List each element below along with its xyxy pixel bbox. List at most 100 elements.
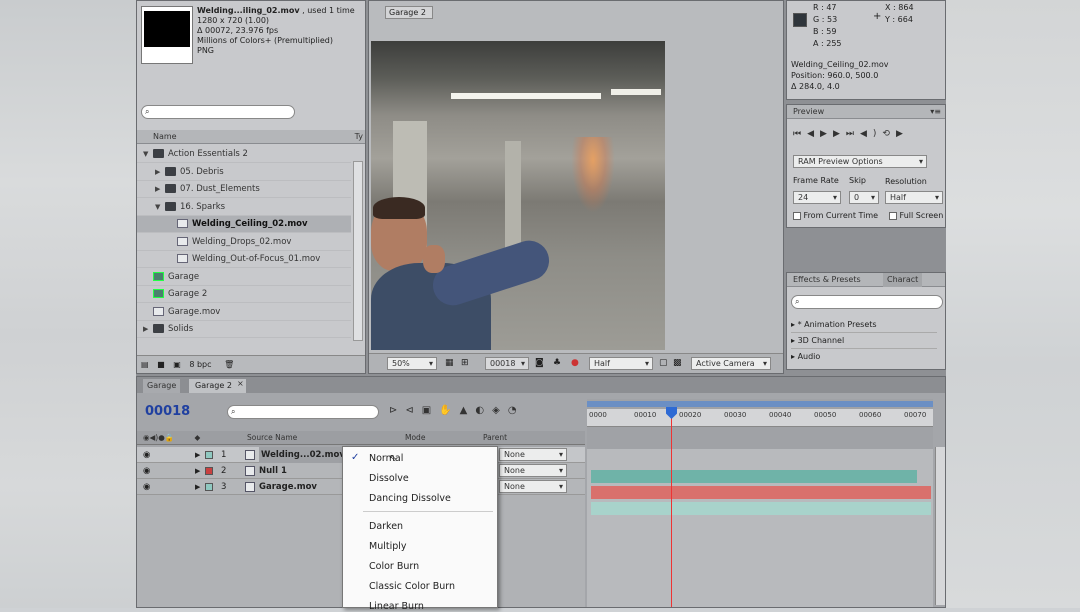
current-time-indicator[interactable] bbox=[671, 409, 672, 607]
effects-search-input[interactable]: ⌕ bbox=[791, 295, 943, 309]
frame-rate-select[interactable]: 24 bbox=[793, 191, 841, 204]
twirl-icon[interactable]: ▶ bbox=[143, 321, 153, 338]
col-name[interactable]: Name bbox=[153, 132, 177, 141]
from-current-checkbox[interactable] bbox=[793, 211, 801, 220]
effects-category[interactable]: ▸ Audio bbox=[791, 349, 937, 364]
time-ruler[interactable]: 0000 00010 00020 00030 00040 00050 00060 00070 bbox=[587, 409, 933, 427]
bpc-label[interactable]: 8 bpc bbox=[189, 360, 211, 369]
timeline-timecode[interactable]: 00018 bbox=[145, 404, 190, 419]
viewer-timecode[interactable]: 00018 bbox=[485, 357, 529, 370]
parent-select[interactable]: None bbox=[499, 448, 567, 461]
color-icon[interactable]: ● bbox=[571, 358, 579, 368]
project-item[interactable]: Welding_Drops_02.mov bbox=[137, 234, 351, 251]
comp-mini-flowchart-icon[interactable]: ⊳⊲ bbox=[389, 405, 422, 416]
label-color-swatch[interactable] bbox=[205, 451, 213, 459]
motion-blur-icon[interactable]: ◐ bbox=[475, 405, 492, 416]
project-item[interactable]: Garage bbox=[137, 269, 351, 286]
work-area-bar[interactable] bbox=[587, 401, 933, 407]
layer-name[interactable]: Garage.mov bbox=[259, 479, 317, 495]
loop-icon[interactable]: ⟲ bbox=[882, 129, 896, 139]
twirl-icon[interactable]: ▶ bbox=[195, 447, 200, 463]
timeline-search-input[interactable]: ⌕ bbox=[227, 405, 379, 419]
safe-zones-icon[interactable]: ⊞ bbox=[461, 358, 469, 368]
visibility-icon[interactable]: ◉ bbox=[143, 463, 150, 479]
layer-duration-bar[interactable] bbox=[591, 486, 931, 499]
play-icon[interactable]: ▶ bbox=[820, 129, 833, 139]
grid-icon[interactable]: ▦ bbox=[445, 358, 454, 368]
project-item[interactable]: Garage 2 bbox=[137, 286, 351, 303]
skip-select[interactable]: 0 bbox=[849, 191, 879, 204]
mode-dissolve[interactable]: Dissolve bbox=[369, 473, 409, 484]
project-search-input[interactable]: ⌕ bbox=[141, 105, 295, 119]
effects-category[interactable]: ▸ * Animation Presets bbox=[791, 317, 937, 333]
camera-select[interactable]: Active Camera bbox=[691, 357, 771, 370]
twirl-icon[interactable]: ▶ bbox=[195, 463, 200, 479]
trash-icon[interactable]: 🗑 bbox=[224, 360, 234, 369]
layer-duration-bar[interactable] bbox=[591, 502, 931, 515]
layer-name[interactable]: Null 1 bbox=[259, 463, 287, 479]
col-source-name[interactable]: Source Name bbox=[247, 431, 297, 445]
character-tab[interactable]: Charact bbox=[883, 273, 923, 287]
snapshot-icon[interactable]: ◙ bbox=[535, 358, 544, 368]
twirl-icon[interactable]: ▶ bbox=[155, 181, 165, 198]
graph-editor-icon[interactable]: ◈ bbox=[492, 405, 508, 416]
new-folder-icon[interactable]: ■ bbox=[157, 360, 165, 369]
parent-select[interactable]: None bbox=[499, 480, 567, 493]
project-item[interactable]: Welding_Ceiling_02.mov bbox=[137, 216, 351, 233]
project-item[interactable]: ▶ Solids bbox=[137, 321, 351, 338]
label-color-swatch[interactable] bbox=[205, 483, 213, 491]
first-frame-icon[interactable]: ⏮ bbox=[793, 129, 807, 139]
viewer-resolution-select[interactable]: Half bbox=[589, 357, 653, 370]
mode-linear-burn[interactable]: Linear Burn bbox=[369, 601, 424, 612]
parent-select[interactable]: None bbox=[499, 464, 567, 477]
transparency-icon[interactable]: ▩ bbox=[673, 358, 682, 368]
twirl-icon[interactable]: ▶ bbox=[195, 479, 200, 495]
label-color-swatch[interactable] bbox=[205, 467, 213, 475]
audio-icon[interactable]: ◀) bbox=[860, 129, 882, 139]
layer-name[interactable]: Welding...02.mov bbox=[259, 447, 347, 463]
mode-normal[interactable]: Normal bbox=[369, 453, 403, 464]
prev-frame-icon[interactable]: ◀ bbox=[807, 129, 820, 139]
timeline-scrollbar[interactable] bbox=[935, 447, 945, 605]
col-parent[interactable]: Parent bbox=[483, 431, 507, 445]
close-tab-icon[interactable]: × bbox=[237, 379, 244, 388]
brainstorm-icon[interactable]: ◔ bbox=[508, 405, 525, 416]
project-item[interactable]: ▶ 05. Debris bbox=[137, 164, 351, 181]
preview-tab[interactable]: Preview bbox=[793, 107, 824, 116]
ram-preview-icon[interactable]: ▶ bbox=[896, 129, 909, 139]
channel-icon[interactable]: ♣ bbox=[553, 358, 561, 368]
mode-multiply[interactable]: Multiply bbox=[369, 541, 407, 552]
project-scrollbar[interactable] bbox=[353, 161, 363, 341]
layer-duration-bar[interactable] bbox=[591, 470, 917, 483]
visibility-icon[interactable]: ◉ bbox=[143, 479, 150, 495]
effects-tab[interactable]: Effects & Presets bbox=[793, 275, 861, 284]
viewer-tab[interactable]: Garage 2 bbox=[385, 6, 433, 19]
project-item[interactable]: ▶ 07. Dust_Elements bbox=[137, 181, 351, 198]
last-frame-icon[interactable]: ⏭ bbox=[846, 129, 860, 139]
twirl-icon[interactable]: ▼ bbox=[143, 146, 153, 163]
tab-garage[interactable]: Garage bbox=[143, 379, 181, 393]
hide-shy-icon[interactable]: ✋ bbox=[439, 405, 459, 416]
col-type[interactable]: Ty bbox=[355, 130, 363, 144]
col-mode[interactable]: Mode bbox=[405, 431, 425, 445]
mode-dancing-dissolve[interactable]: Dancing Dissolve bbox=[369, 493, 451, 504]
panel-menu-icon[interactable]: ▾≡ bbox=[930, 105, 941, 119]
ram-preview-options-select[interactable]: RAM Preview Options bbox=[793, 155, 927, 168]
visibility-icon[interactable]: ◉ bbox=[143, 447, 150, 463]
zoom-select[interactable]: 50% bbox=[387, 357, 437, 370]
next-frame-icon[interactable]: ▶ bbox=[833, 129, 846, 139]
project-item[interactable]: Garage.mov bbox=[137, 304, 351, 321]
twirl-icon[interactable]: ▼ bbox=[155, 199, 165, 216]
region-icon[interactable]: ▢ bbox=[659, 358, 668, 368]
full-screen-checkbox[interactable] bbox=[889, 211, 897, 220]
mode-darken[interactable]: Darken bbox=[369, 521, 403, 532]
preview-resolution-select[interactable]: Half bbox=[885, 191, 943, 204]
mode-classic-color-burn[interactable]: Classic Color Burn bbox=[369, 581, 455, 592]
frame-blending-icon[interactable]: ▲ bbox=[460, 405, 476, 416]
project-item[interactable]: ▼ Action Essentials 2 bbox=[137, 146, 351, 163]
interpret-footage-icon[interactable]: ▤ bbox=[141, 360, 149, 369]
project-item[interactable]: ▼ 16. Sparks bbox=[137, 199, 351, 216]
twirl-icon[interactable]: ▶ bbox=[155, 164, 165, 181]
draft-3d-icon[interactable]: ▣ bbox=[422, 405, 439, 416]
mode-color-burn[interactable]: Color Burn bbox=[369, 561, 419, 572]
